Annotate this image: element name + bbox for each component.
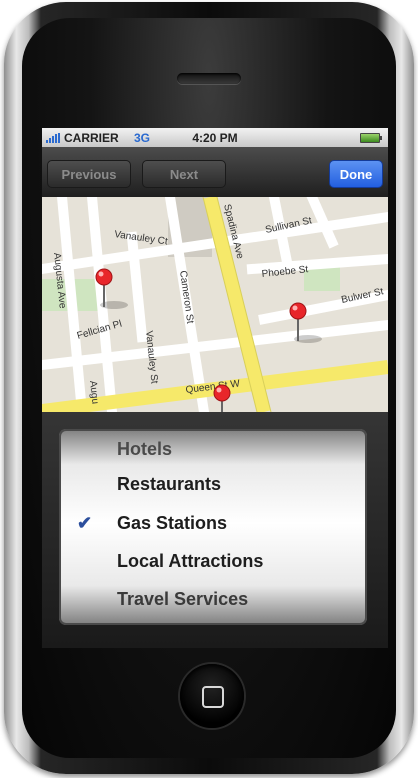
earpiece-speaker (177, 73, 241, 84)
phone-screen: CARRIER 3G 4:20 PM Previous Next Done Sp… (42, 128, 388, 648)
status-time: 4:20 PM (192, 131, 238, 145)
checkmark-icon: ✔ (77, 513, 93, 533)
picker-option[interactable]: Travel Services (117, 589, 248, 610)
picker-option-selected[interactable]: Gas Stations (117, 513, 227, 534)
battery-icon (360, 133, 382, 143)
picker-wheel[interactable]: Hotels Restaurants ✔ Gas Stations Local … (59, 429, 367, 625)
picker-option[interactable]: Local Attractions (117, 551, 263, 572)
next-button[interactable]: Next (142, 160, 226, 188)
home-button[interactable] (180, 664, 244, 728)
picker-option[interactable]: Restaurants (117, 474, 221, 495)
home-square-icon (202, 686, 224, 708)
phone-frame: CARRIER 3G 4:20 PM Previous Next Done Sp… (4, 2, 414, 774)
done-button[interactable]: Done (329, 160, 383, 188)
map-view[interactable]: Spadina Ave Sullivan St Augusta Ave Vana… (42, 197, 388, 412)
status-bar: CARRIER 3G 4:20 PM (42, 128, 388, 147)
category-picker: Hotels Restaurants ✔ Gas Stations Local … (42, 412, 388, 648)
map-canvas: Spadina Ave Sullivan St Augusta Ave Vana… (42, 197, 388, 412)
picker-option[interactable]: Hotels (117, 439, 172, 460)
picker-toolbar: Previous Next Done (42, 147, 388, 197)
previous-button[interactable]: Previous (47, 160, 131, 188)
